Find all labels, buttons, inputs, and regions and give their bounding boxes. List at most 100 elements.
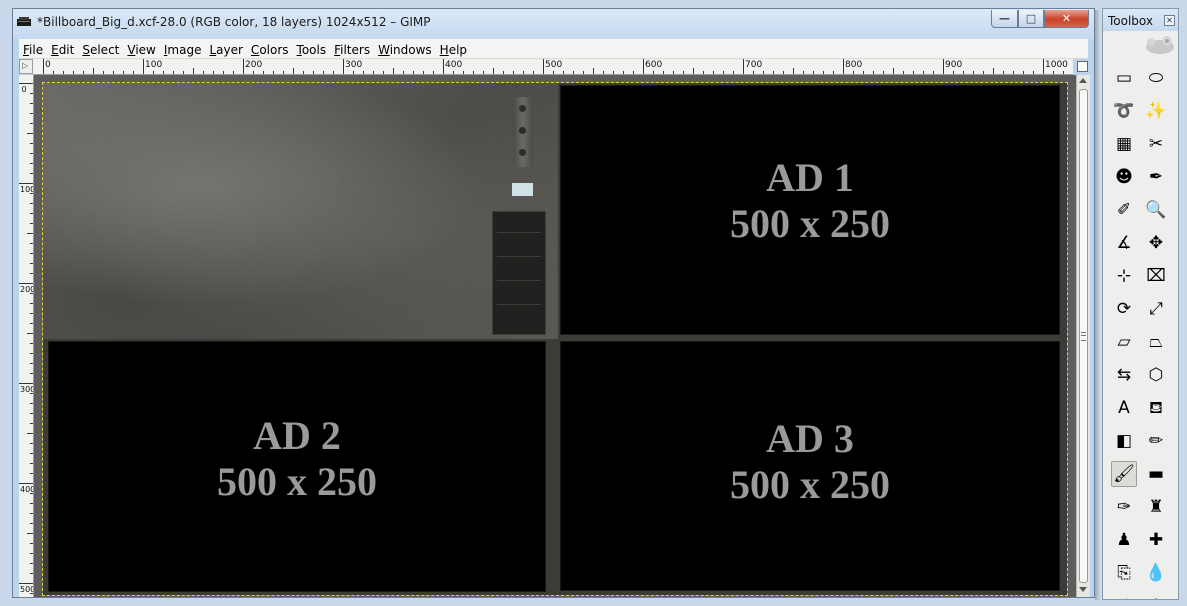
- ruler-tick: [473, 71, 474, 74]
- scissors-select-icon[interactable]: ✂: [1143, 131, 1169, 157]
- scroll-up-icon[interactable]: [1079, 78, 1087, 83]
- airbrush-icon[interactable]: ✑: [1111, 494, 1137, 520]
- ruler-tick: [963, 71, 964, 74]
- ruler-tick: [19, 83, 33, 84]
- align-icon[interactable]: ⊹: [1111, 263, 1137, 289]
- blur-sharpen-icon[interactable]: 💧: [1143, 560, 1169, 586]
- scale-icon[interactable]: ⤢: [1143, 296, 1169, 322]
- wilber-logo-icon: [1146, 36, 1174, 54]
- menu-colors[interactable]: Colors: [247, 41, 293, 59]
- ruler-tick: [423, 71, 424, 74]
- ruler-tick: [30, 163, 33, 164]
- window-titlebar[interactable]: *Billboard_Big_d.xcf-28.0 (RGB color, 18…: [13, 9, 1094, 39]
- menu-layer[interactable]: Layer: [205, 41, 246, 59]
- ad-2-size: 500 x 250: [217, 459, 377, 504]
- vertical-ruler[interactable]: 0 100 200 300 400 500: [19, 75, 34, 597]
- select-by-color-icon[interactable]: ▦: [1111, 131, 1137, 157]
- ink-icon[interactable]: ♜: [1143, 494, 1169, 520]
- ruler-tick: [203, 71, 204, 74]
- eraser-icon[interactable]: ▬: [1143, 461, 1169, 487]
- ruler-tick: [403, 71, 404, 74]
- ruler-tick: [783, 71, 784, 74]
- scroll-down-icon[interactable]: [1079, 587, 1087, 592]
- crop-icon[interactable]: ⌧: [1143, 263, 1169, 289]
- ruler-tick: [823, 71, 824, 74]
- measure-icon[interactable]: ∡: [1111, 230, 1137, 256]
- lasso-select-icon[interactable]: ➰: [1111, 98, 1137, 124]
- ruler-tick: [673, 71, 674, 74]
- menu-filters[interactable]: Filters: [330, 41, 374, 59]
- close-button[interactable]: ✕: [1044, 10, 1089, 28]
- perspective-clone-icon[interactable]: ⎘: [1111, 560, 1137, 586]
- navigate-icon[interactable]: [1077, 61, 1088, 72]
- ruler-tick: [413, 71, 414, 74]
- ruler-tick: [30, 553, 33, 554]
- ruler-tick: [633, 71, 634, 74]
- ruler-tick: [30, 563, 33, 564]
- lasso-select-icon-glyph: ➰: [1113, 100, 1135, 121]
- dodge-burn-icon[interactable]: ⚲: [1143, 593, 1169, 599]
- paintbrush-icon[interactable]: 🖌: [1111, 461, 1137, 487]
- ruler-tick: [753, 71, 754, 74]
- ruler-tick: [923, 71, 924, 74]
- color-picker-icon[interactable]: ✐: [1111, 197, 1137, 223]
- foreground-select-icon[interactable]: ☻: [1111, 164, 1137, 190]
- rect-select-icon[interactable]: ▭: [1111, 65, 1137, 91]
- ruler-tick: [603, 71, 604, 74]
- menu-file[interactable]: File: [19, 41, 47, 59]
- ruler-label: 700: [745, 60, 763, 70]
- ruler-tick: [333, 71, 334, 74]
- toolbox-close-button[interactable]: ✕: [1164, 15, 1175, 26]
- menu-help[interactable]: Help: [436, 41, 471, 59]
- zoom-icon[interactable]: 🔍: [1143, 197, 1169, 223]
- pencil-icon[interactable]: ✏: [1143, 428, 1169, 454]
- maximize-button[interactable]: □: [1018, 10, 1044, 28]
- ruler-tick: [443, 59, 444, 74]
- gimp-app-icon: [17, 17, 31, 26]
- quick-mask-toggle[interactable]: ▷: [19, 59, 33, 74]
- smudge-icon[interactable]: ☝: [1111, 593, 1137, 599]
- menu-view[interactable]: View: [123, 41, 159, 59]
- horizontal-ruler[interactable]: 0 100 200 300 400 500 600 700 800 900 1000: [33, 59, 1073, 75]
- scroll-thumb[interactable]: [1079, 89, 1088, 583]
- flip-icon[interactable]: ⇆: [1111, 362, 1137, 388]
- close-icon: ✕: [1061, 12, 1072, 25]
- text-icon[interactable]: A: [1111, 395, 1137, 421]
- menu-windows[interactable]: Windows: [374, 41, 436, 59]
- move-icon[interactable]: ✥: [1143, 230, 1169, 256]
- fuzzy-select-icon-glyph: ✨: [1145, 100, 1167, 121]
- ruler-tick: [973, 71, 974, 74]
- ruler-label: 0: [21, 85, 27, 94]
- ruler-tick: [623, 71, 624, 74]
- heal-icon[interactable]: ✚: [1143, 527, 1169, 553]
- image-canvas[interactable]: AD 1 500 x 250 AD 2 500 x 250 AD 3 500 x…: [43, 83, 1067, 595]
- bucket-fill-icon[interactable]: ⛾: [1143, 395, 1169, 421]
- ruler-tick: [30, 213, 33, 214]
- cage-transform-icon[interactable]: ⬡: [1143, 362, 1169, 388]
- ruler-tick: [30, 173, 33, 174]
- rotate-icon[interactable]: ⟳: [1111, 296, 1137, 322]
- bucket-fill-icon-glyph: ⛾: [1149, 397, 1163, 418]
- toolbox-titlebar[interactable]: Toolbox ✕: [1103, 9, 1178, 31]
- ellipse-select-icon[interactable]: ⬭: [1143, 65, 1169, 91]
- shear-icon[interactable]: ▱: [1111, 329, 1137, 355]
- ruler-tick: [943, 59, 944, 74]
- ruler-tick: [30, 223, 33, 224]
- menu-select[interactable]: Select: [78, 41, 123, 59]
- clone-icon[interactable]: ♟: [1111, 527, 1137, 553]
- ruler-tick: [723, 71, 724, 74]
- menu-tools[interactable]: Tools: [293, 41, 331, 59]
- paths-icon[interactable]: ✒: [1143, 164, 1169, 190]
- menu-edit[interactable]: Edit: [47, 41, 78, 59]
- ruler-tick: [1053, 71, 1054, 74]
- minimize-button[interactable]: —: [991, 10, 1018, 28]
- menu-image[interactable]: Image: [160, 41, 206, 59]
- vertical-scrollbar[interactable]: [1076, 75, 1090, 597]
- ruler-tick: [933, 71, 934, 74]
- ruler-tick: [293, 68, 294, 74]
- perspective-icon[interactable]: ⏢: [1143, 329, 1169, 355]
- fuzzy-select-icon[interactable]: ✨: [1143, 98, 1169, 124]
- paintbrush-icon-glyph: 🖌: [1113, 463, 1135, 484]
- canvas-area[interactable]: AD 1 500 x 250 AD 2 500 x 250 AD 3 500 x…: [34, 75, 1076, 597]
- blend-icon[interactable]: ◧: [1111, 428, 1137, 454]
